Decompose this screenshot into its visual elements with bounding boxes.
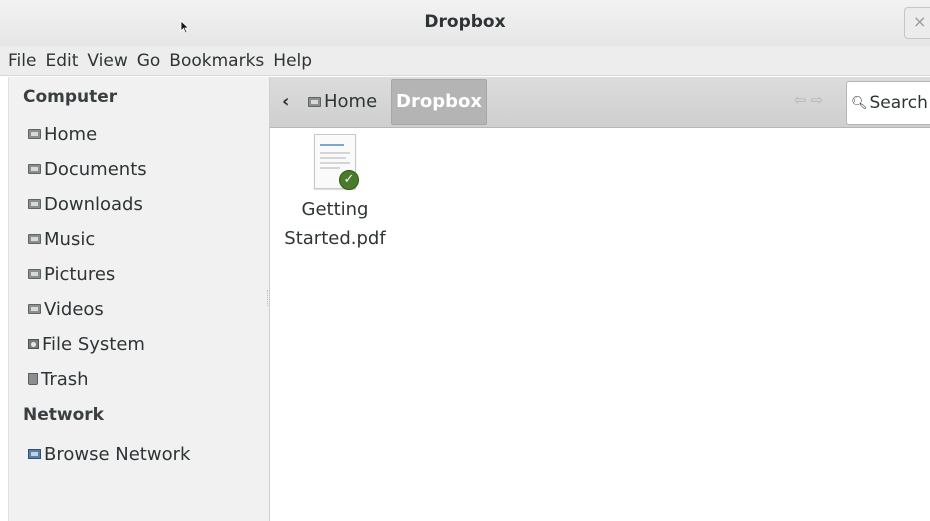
- menu-go[interactable]: Go: [137, 49, 161, 73]
- sidebar-item-label: Trash: [41, 368, 89, 390]
- sidebar-item-file-system[interactable]: File System: [28, 332, 145, 356]
- search-label: Search: [869, 93, 928, 113]
- sidebar-item-label: Documents: [44, 158, 147, 180]
- sidebar-item-label: Browse Network: [44, 443, 191, 465]
- menu-bookmarks[interactable]: Bookmarks: [169, 49, 264, 73]
- menu-bar: File Edit View Go Bookmarks Help: [0, 46, 930, 76]
- file-name-label: Getting Started.pdf: [284, 199, 386, 249]
- menu-view[interactable]: View: [87, 49, 127, 73]
- breadcrumb-current-dropbox[interactable]: Dropbox: [391, 79, 487, 125]
- pictures-folder-icon: [28, 269, 41, 279]
- sidebar-item-documents[interactable]: Documents: [28, 157, 147, 181]
- history-arrows-icon[interactable]: ⇦⇨: [794, 91, 827, 109]
- downloads-folder-icon: [28, 199, 41, 209]
- drive-icon: [28, 339, 39, 349]
- sidebar-item-home[interactable]: Home: [28, 122, 97, 146]
- menu-edit[interactable]: Edit: [45, 49, 78, 73]
- sidebar-item-label: Downloads: [44, 193, 143, 215]
- back-button[interactable]: ‹: [282, 91, 289, 112]
- sidebar-item-downloads[interactable]: Downloads: [28, 192, 143, 216]
- search-icon: 🔍︎: [851, 95, 868, 111]
- window-title: Dropbox: [424, 12, 506, 32]
- documents-folder-icon: [28, 164, 41, 174]
- search-button[interactable]: 🔍︎ Search: [846, 81, 930, 125]
- music-folder-icon: [28, 234, 41, 244]
- sidebar-item-trash[interactable]: Trash: [28, 367, 89, 391]
- breadcrumb-home[interactable]: Home: [308, 91, 377, 112]
- menu-help[interactable]: Help: [273, 49, 312, 73]
- sync-check-icon: ✓: [339, 170, 359, 190]
- pane-resize-handle[interactable]: [267, 290, 269, 306]
- home-folder-icon: [28, 129, 41, 139]
- places-sidebar: Computer Home Documents Downloads Music …: [8, 77, 270, 521]
- breadcrumb-home-label: Home: [324, 91, 378, 112]
- sidebar-item-pictures[interactable]: Pictures: [28, 262, 115, 286]
- sidebar-item-browse-network[interactable]: Browse Network: [28, 442, 190, 466]
- sidebar-item-label: File System: [42, 333, 145, 355]
- sidebar-heading-computer: Computer: [23, 87, 118, 107]
- sidebar-item-label: Videos: [44, 298, 104, 320]
- network-icon: [28, 449, 41, 459]
- file-manager-window: Dropbox × File Edit View Go Bookmarks He…: [0, 0, 930, 521]
- videos-folder-icon: [28, 304, 41, 314]
- file-item-getting-started[interactable]: ✓ Getting Started.pdf: [276, 134, 394, 253]
- file-view[interactable]: ✓ Getting Started.pdf: [270, 128, 930, 521]
- menu-file[interactable]: File: [8, 49, 36, 73]
- sidebar-heading-network: Network: [23, 405, 104, 425]
- close-button[interactable]: ×: [904, 7, 930, 39]
- trash-icon: [28, 373, 38, 385]
- title-bar[interactable]: Dropbox ×: [0, 0, 930, 46]
- pdf-file-icon: ✓: [314, 134, 359, 190]
- sidebar-item-music[interactable]: Music: [28, 227, 95, 251]
- mouse-cursor-icon: [180, 20, 190, 34]
- sidebar-item-label: Pictures: [44, 263, 116, 285]
- home-folder-icon: [308, 96, 321, 107]
- location-bar: ‹ Home Dropbox ⇦⇨ 🔍︎ Search: [270, 77, 930, 128]
- sidebar-item-label: Music: [44, 228, 96, 250]
- sidebar-item-label: Home: [44, 123, 98, 145]
- sidebar-item-videos[interactable]: Videos: [28, 297, 104, 321]
